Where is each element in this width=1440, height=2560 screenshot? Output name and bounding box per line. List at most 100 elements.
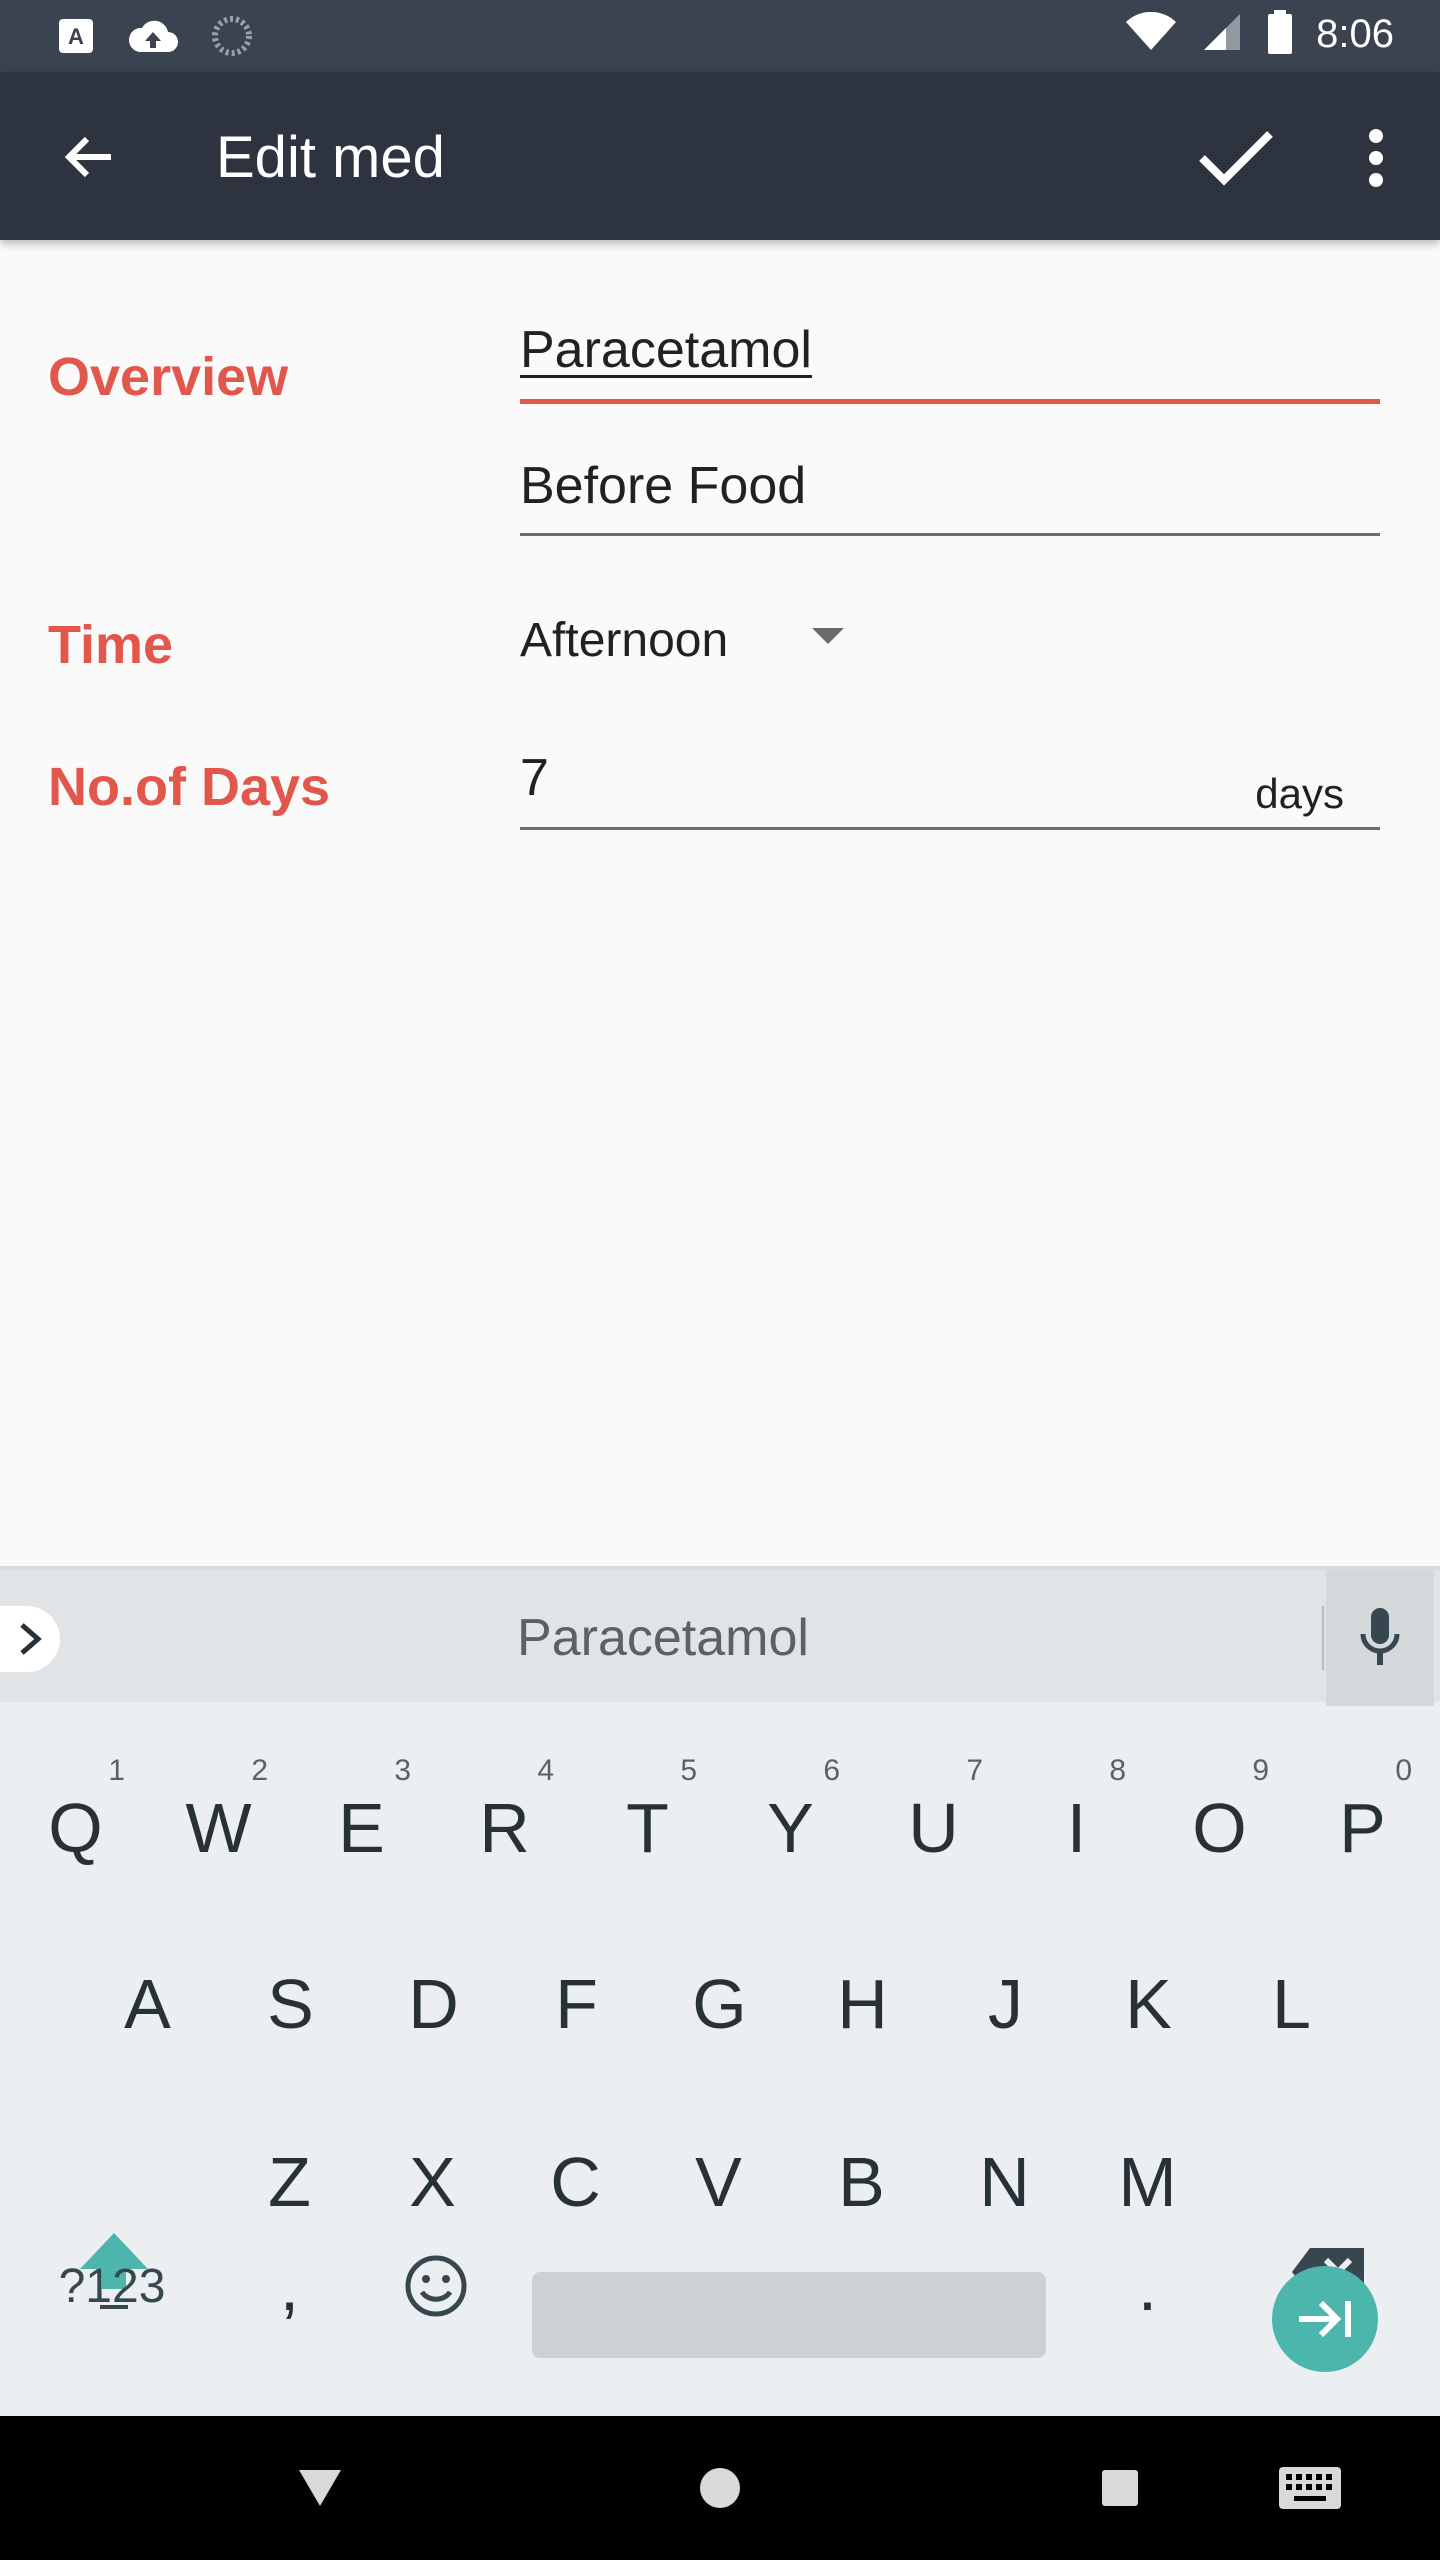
food-instruction-value: Before Food [520,457,807,515]
key-label: I [1066,1789,1087,1867]
key-c[interactable]: C [504,2094,647,2270]
sync-icon [210,14,254,63]
time-dropdown[interactable]: Afternoon [520,600,860,680]
tab-next-icon [1299,2300,1351,2338]
suggestion-word[interactable]: Paracetamol [0,1608,1326,1668]
mic-icon [1360,1608,1400,1665]
key-u[interactable]: U7 [862,1740,1005,1916]
suggestion-divider [1322,1606,1324,1670]
key-hint: 9 [1252,1754,1269,1787]
key-label: Y [767,1789,814,1867]
key-hint: 3 [394,1754,411,1787]
med-name-value: Paracetamol [520,321,812,379]
status-notifications: A [56,14,254,63]
days-suffix: days [1255,770,1344,817]
period-key[interactable]: . [1076,2226,1219,2346]
key-hint: 8 [1109,1754,1126,1787]
emoji-icon [405,2255,466,2317]
key-j[interactable]: J [934,1916,1077,2092]
key-b[interactable]: B [790,2094,933,2270]
key-p[interactable]: P0 [1291,1740,1434,1916]
emoji-key[interactable] [364,2226,507,2346]
key-s[interactable]: S [219,1916,362,2092]
days-field[interactable]: 7 days [520,748,1380,830]
key-hint: 7 [966,1754,983,1787]
nav-home-icon [700,2468,740,2508]
nav-back-icon [299,2470,341,2506]
med-name-field[interactable]: Paracetamol [520,320,1380,404]
signal-icon [1200,12,1244,57]
key-hint: 2 [251,1754,268,1787]
key-e[interactable]: E3 [290,1740,433,1916]
nav-keyboard-switch-button[interactable] [1260,2456,1360,2520]
suggestion-strip: Paracetamol [0,1566,1440,1706]
navigation-bar [0,2416,1440,2560]
status-system: 8:06 [1124,10,1394,59]
key-d[interactable]: D [362,1916,505,2092]
key-label: U [908,1789,959,1867]
key-k[interactable]: K [1077,1916,1220,2092]
key-a[interactable]: A [76,1916,219,2092]
key-r[interactable]: R4 [433,1740,576,1916]
comma-key[interactable]: , [218,2226,361,2346]
nav-recents-button[interactable] [1080,2456,1160,2520]
key-label: R [479,1789,530,1867]
nav-recents-icon [1102,2470,1138,2506]
key-hint: 0 [1395,1754,1412,1787]
save-button[interactable] [1186,108,1286,208]
voice-input-button[interactable] [1326,1570,1434,1706]
key-l[interactable]: L [1220,1916,1363,2092]
field-underline [520,827,1380,830]
page-title: Edit med [216,125,445,190]
key-o[interactable]: O9 [1148,1740,1291,1916]
back-button[interactable] [44,112,134,202]
food-instruction-field[interactable]: Before Food [520,456,1380,536]
key-h[interactable]: H [791,1916,934,2092]
days-label: No.of Days [48,757,331,817]
space-bar[interactable] [532,2272,1046,2358]
key-hint: 1 [108,1754,125,1787]
field-underline [520,533,1380,536]
key-hint: 5 [680,1754,697,1787]
key-label: O [1192,1789,1247,1867]
check-icon [1199,131,1273,186]
back-arrow-icon [64,136,111,178]
key-g[interactable]: G [648,1916,791,2092]
keyboard-icon [1279,2467,1341,2509]
key-hint: 6 [823,1754,840,1787]
key-i[interactable]: I8 [1005,1740,1148,1916]
key-label: W [185,1789,252,1867]
key-hint: 4 [537,1754,554,1787]
key-label: Q [48,1789,103,1867]
status-time: 8:06 [1316,12,1394,56]
nav-home-button[interactable] [680,2456,760,2520]
key-label: E [338,1789,385,1867]
key-label: P [1339,1789,1386,1867]
more-options-button[interactable] [1336,108,1416,208]
time-dropdown-value: Afternoon [520,613,729,667]
key-v[interactable]: V [647,2094,790,2270]
status-bar: A 8:06 [0,0,1440,72]
symbols-key[interactable]: ?123 [42,2226,182,2346]
dropdown-arrow-icon [812,628,844,644]
accessibility-icon: A [56,16,96,61]
days-value: 7 [520,749,549,807]
overview-label: Overview [48,347,289,407]
key-q[interactable]: Q1 [4,1740,147,1916]
key-y[interactable]: Y6 [719,1740,862,1916]
app-bar: Edit med [0,72,1440,240]
soft-keyboard: Paracetamol Q1W2E3R4T5Y6U7I8O9P0 ASDFGHJ… [0,1566,1440,2416]
svg-text:A: A [68,24,84,49]
key-w[interactable]: W2 [147,1740,290,1916]
battery-icon [1266,10,1294,59]
key-n[interactable]: N [933,2094,1076,2270]
enter-key[interactable] [1272,2266,1378,2372]
nav-back-button[interactable] [280,2456,360,2520]
key-t[interactable]: T5 [576,1740,719,1916]
field-underline [520,399,1380,404]
key-label: T [626,1789,669,1867]
key-f[interactable]: F [505,1916,648,2092]
time-label: Time [48,615,174,675]
more-vert-icon [1369,129,1383,187]
wifi-icon [1124,11,1178,57]
